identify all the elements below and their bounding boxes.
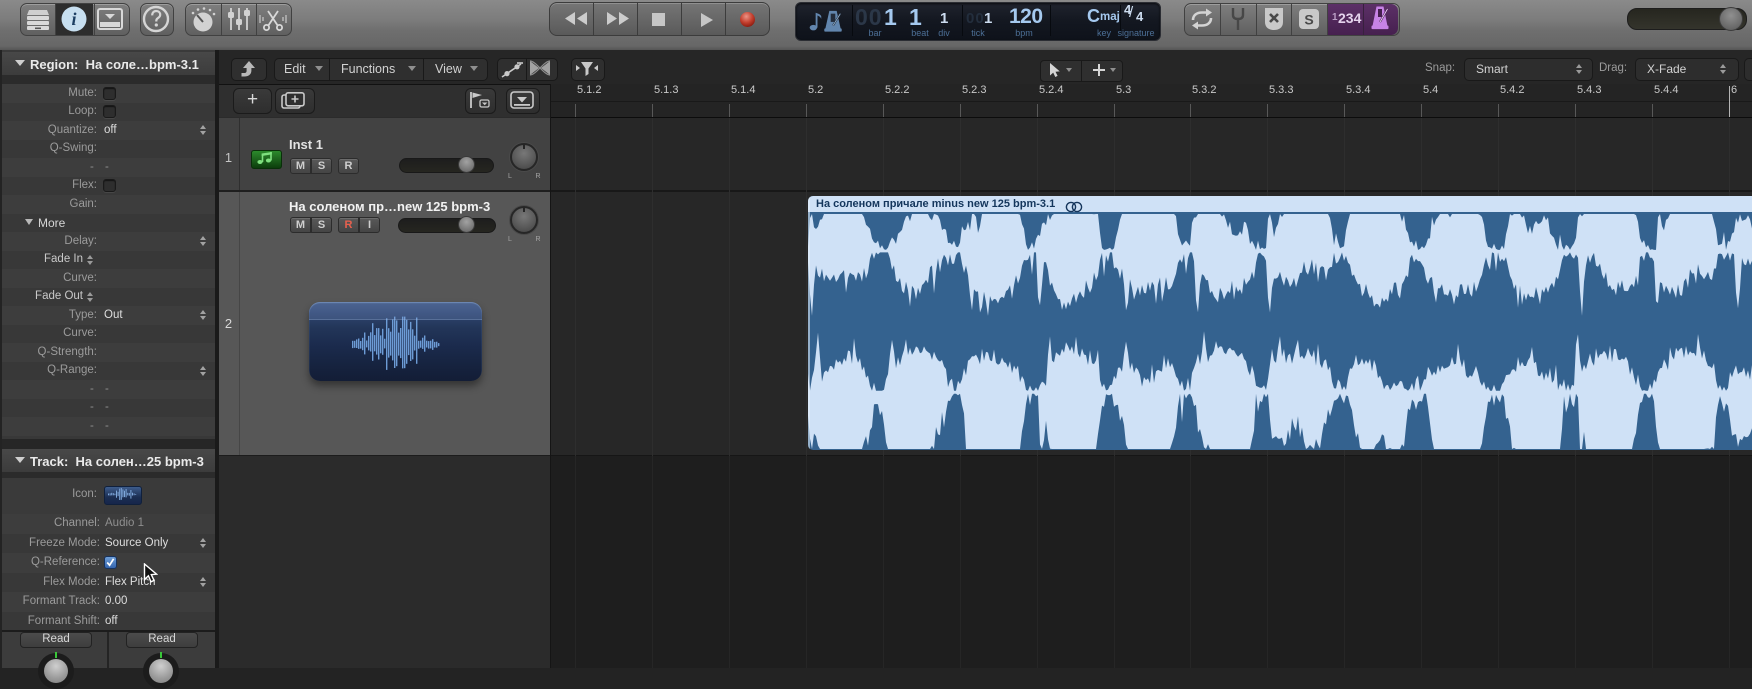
svg-text:S: S — [1304, 12, 1313, 28]
svg-text:i: i — [71, 9, 76, 29]
